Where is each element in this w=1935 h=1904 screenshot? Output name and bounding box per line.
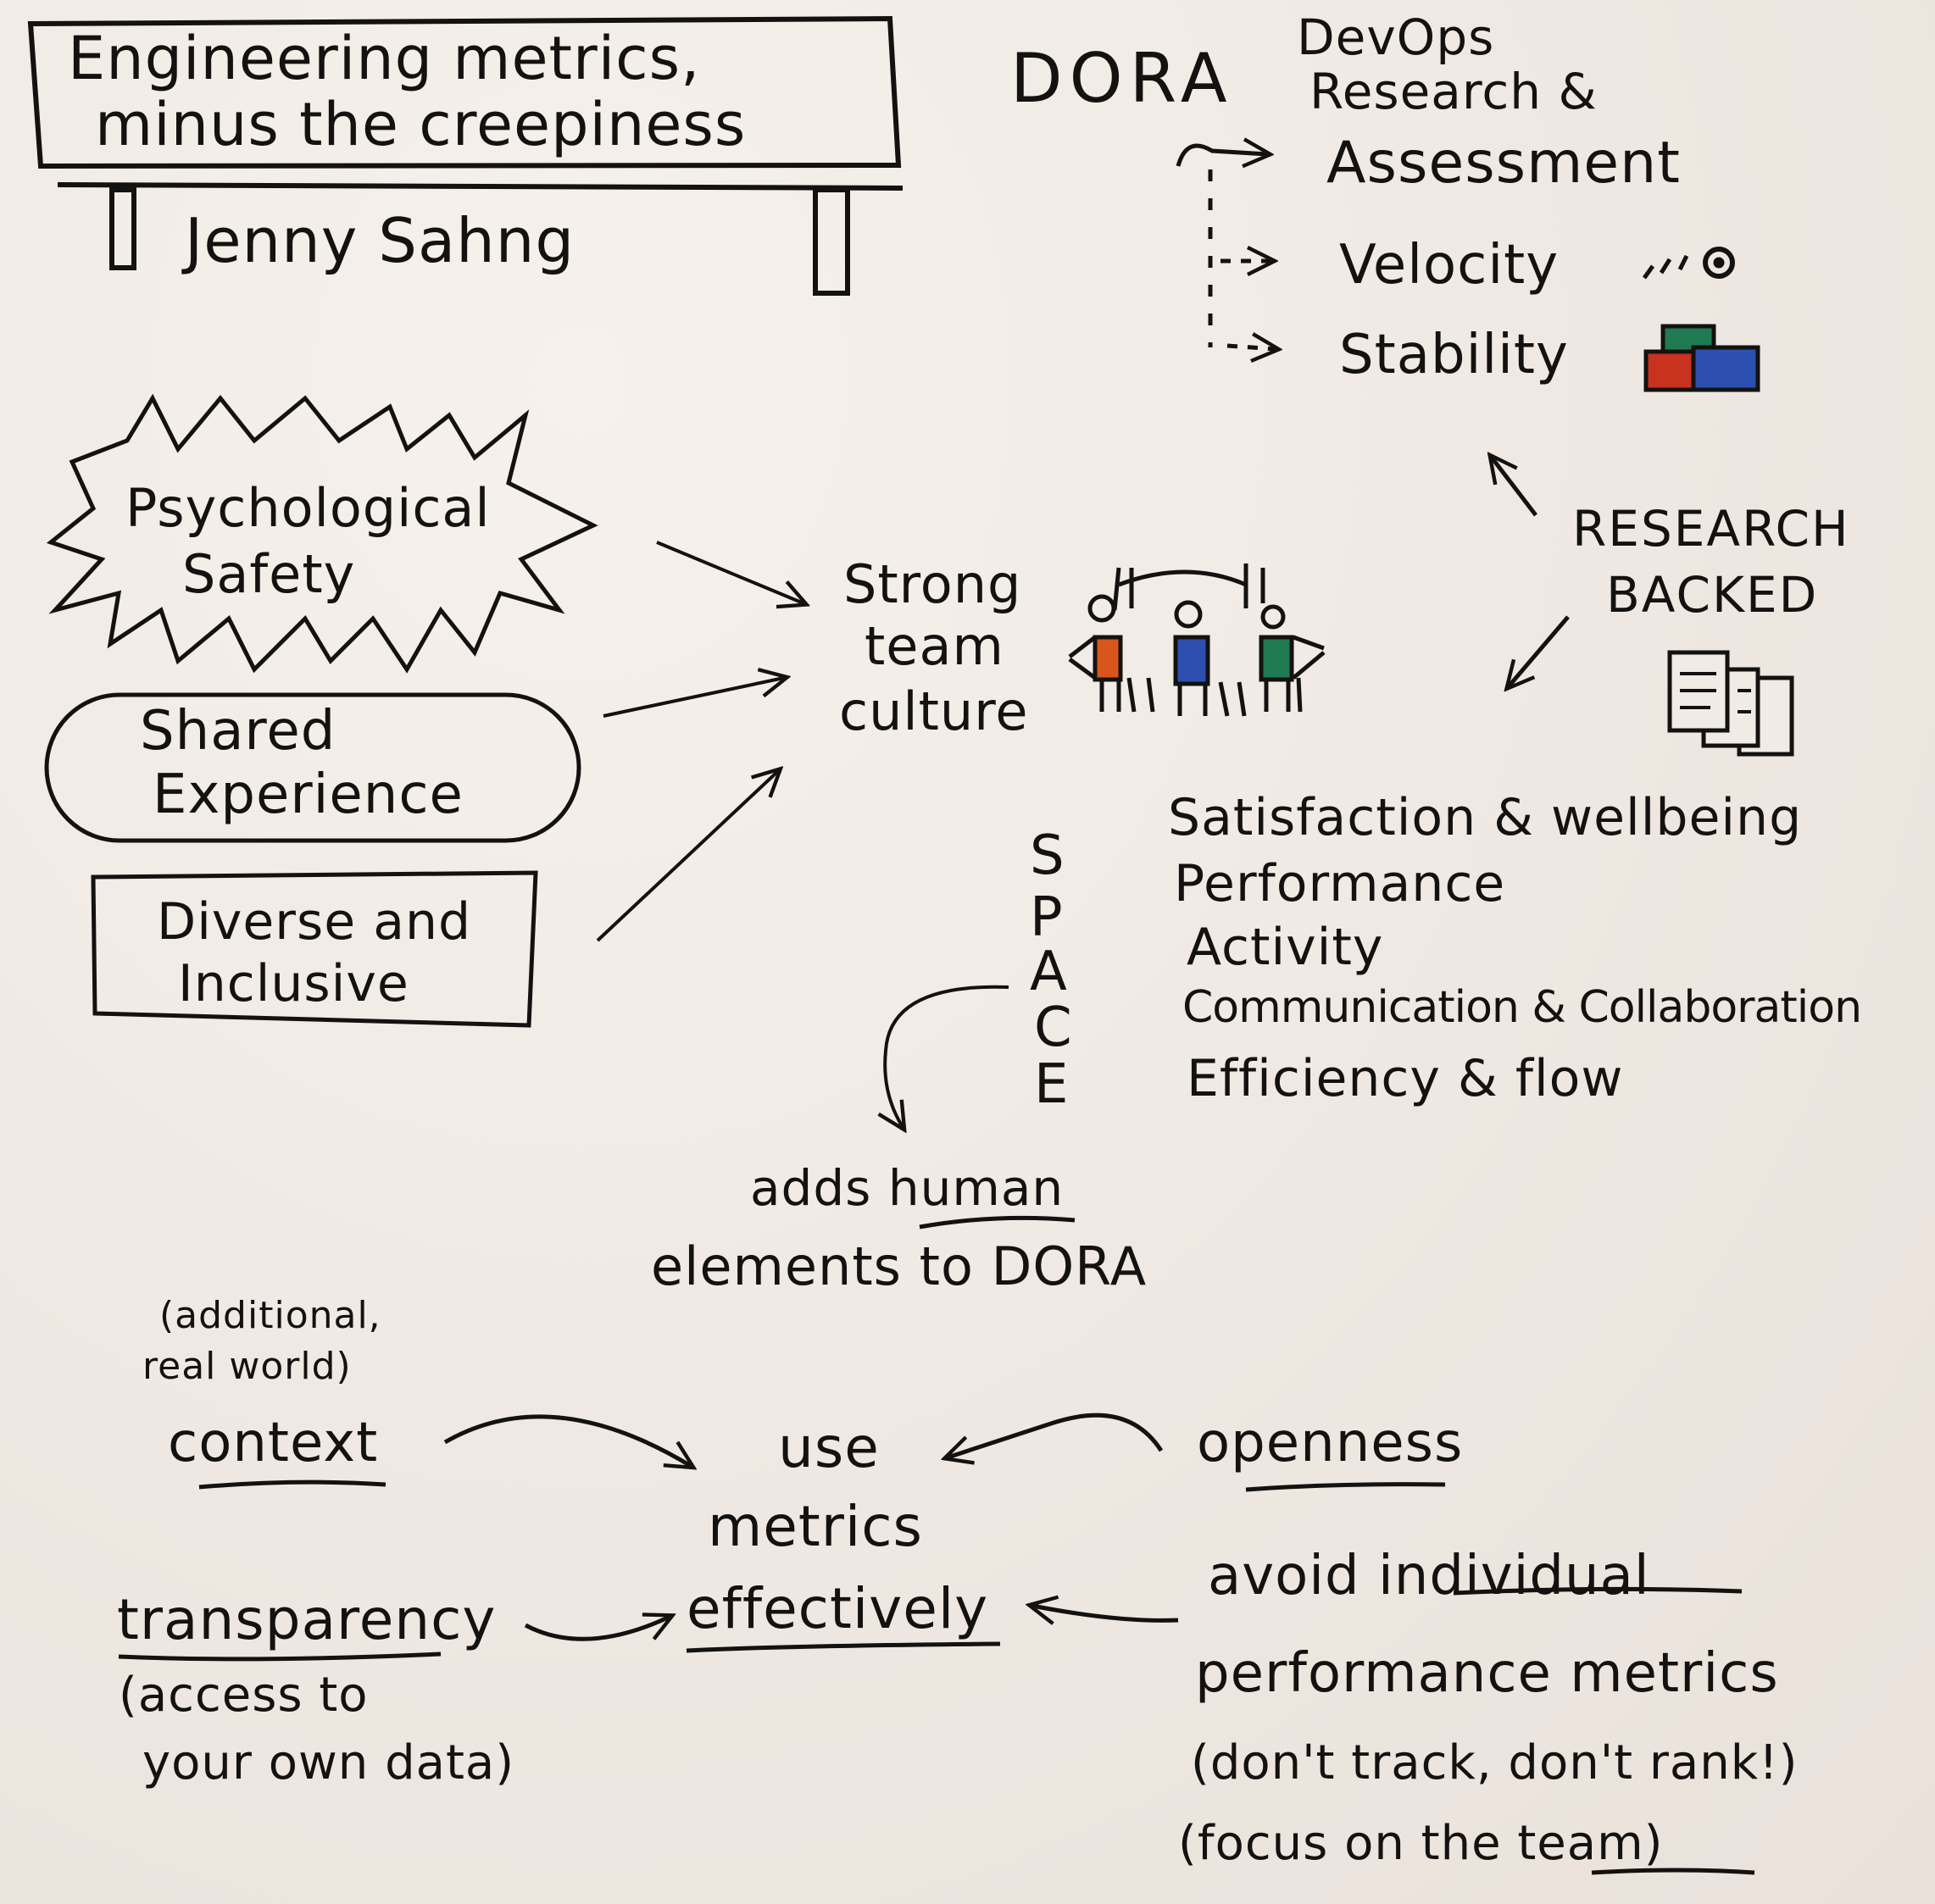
transparency-note-line1: (access to (119, 1668, 369, 1723)
transparency-note-line2: your own data) (142, 1735, 515, 1790)
space-item-activity: Activity (1187, 918, 1384, 977)
transparency-label: transparency (117, 1587, 497, 1652)
space-item-satisfaction: Satisfaction & wellbeing (1168, 788, 1803, 847)
use-metrics-line1: use (778, 1415, 880, 1480)
research-arrows (1492, 458, 1570, 686)
space-letter-p: P (1030, 886, 1064, 949)
dora-arrows (1176, 146, 1276, 349)
space-item-efficiency: Efficiency & flow (1187, 1049, 1624, 1108)
avoid-line3: (don't track, don't rank!) (1191, 1735, 1799, 1790)
space-letter-e: E (1034, 1053, 1070, 1116)
stacked-blocks-icon (1643, 324, 1760, 392)
dora-expansion-line2: Research & (1309, 63, 1598, 120)
diverse-line1: Diverse and (157, 892, 472, 952)
space-letter-c: C (1034, 996, 1073, 1059)
dora-acronym: DORA (1010, 39, 1234, 118)
diverse-line2: Inclusive (178, 954, 409, 1013)
culture-arrows (596, 541, 803, 942)
context-note-line1: (additional, (159, 1294, 381, 1337)
shared-experience-line1: Shared (140, 700, 336, 763)
psych-safety-line2: Safety (182, 543, 356, 605)
avoid-line4: (focus on the team) (1178, 1816, 1664, 1871)
strong-culture-line1: Strong (843, 553, 1022, 615)
space-note-line1: adds human (750, 1159, 1065, 1217)
avoid-line1: avoid individual (1208, 1545, 1650, 1607)
gauge-icon (1642, 247, 1735, 280)
space-item-communication: Communication & Collaboration (1182, 982, 1862, 1033)
title-line2: minus the creepiness (95, 90, 747, 159)
use-metrics-line3: effectively (687, 1576, 989, 1641)
use-metrics-line2: metrics (708, 1494, 923, 1559)
strong-culture-line2: team (865, 615, 1004, 677)
team-people-icon (1068, 563, 1326, 717)
psych-safety-line1: Psychological (125, 477, 491, 539)
title-line1: Engineering metrics, (68, 24, 701, 93)
context-note-line2: real world) (142, 1345, 352, 1388)
research-line2: BACKED (1606, 566, 1819, 624)
strong-culture-line3: culture (839, 680, 1029, 742)
shared-experience-line2: Experience (153, 763, 464, 826)
openness-label: openness (1197, 1412, 1464, 1474)
space-note-line2: elements to DORA (651, 1235, 1148, 1297)
dora-stability: Stability (1339, 324, 1569, 386)
dora-expansion-line3: Assessment (1326, 130, 1681, 197)
space-item-performance: Performance (1174, 854, 1506, 913)
space-letter-a: A (1030, 941, 1068, 1003)
research-line1: RESEARCH (1572, 500, 1850, 558)
dora-expansion-line1: DevOps (1297, 8, 1495, 66)
context-label: context (168, 1412, 379, 1474)
speaker-name: Jenny Sahng (185, 205, 575, 276)
dora-velocity: Velocity (1339, 234, 1560, 297)
space-letter-s: S (1030, 824, 1065, 887)
documents-icon (1667, 650, 1794, 757)
avoid-line2: performance metrics (1195, 1642, 1779, 1705)
space-arrow (885, 985, 1009, 1127)
human-underline (919, 1215, 1076, 1230)
